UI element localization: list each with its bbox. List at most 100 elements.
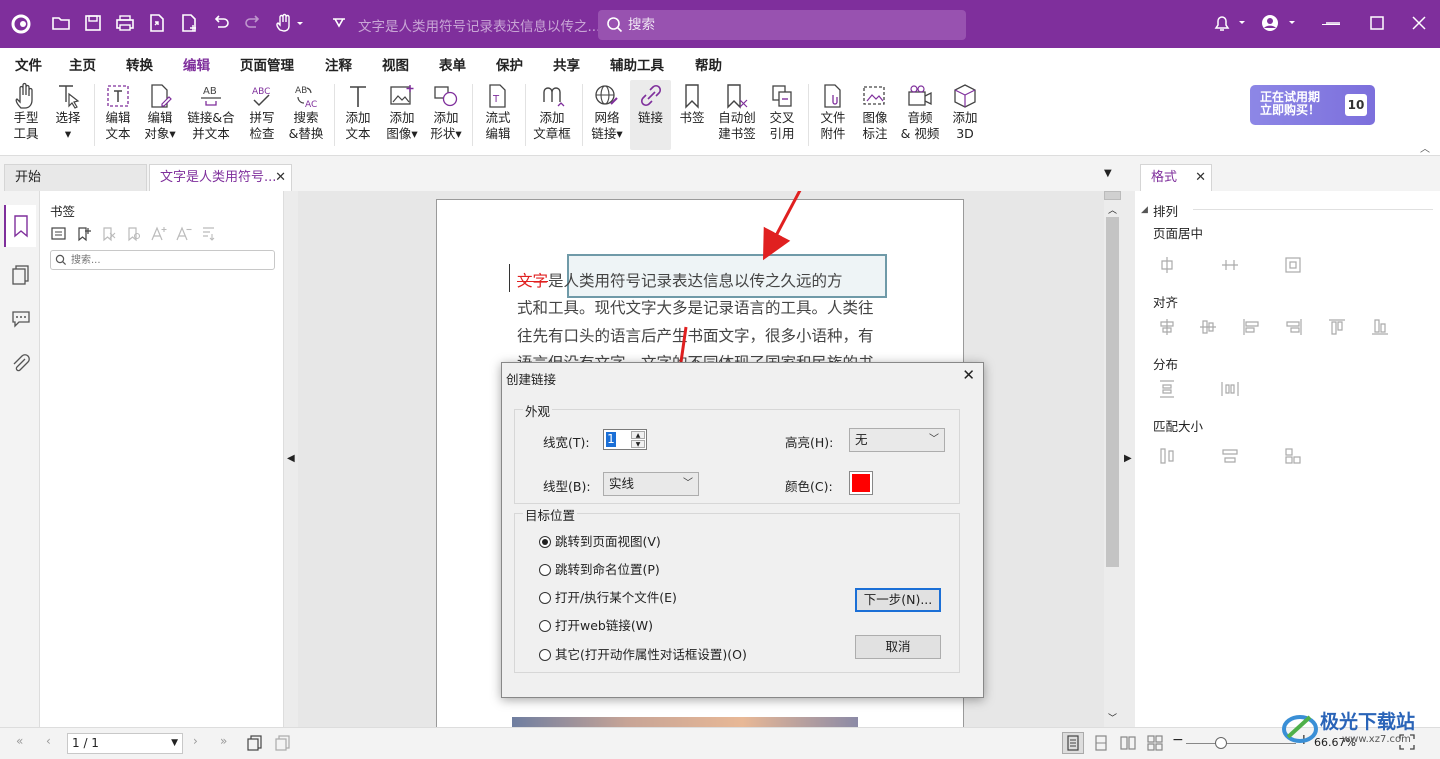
- facing-view-icon[interactable]: [1119, 734, 1137, 755]
- scroll-up-icon[interactable]: ︿: [1108, 203, 1117, 216]
- align-right-icon[interactable]: [1284, 317, 1304, 337]
- open-folder-icon[interactable]: [50, 13, 72, 35]
- spin-up-icon[interactable]: ▲: [631, 431, 645, 439]
- continuous-view-icon[interactable]: [1092, 734, 1110, 755]
- bookmark-menu-icon[interactable]: [50, 225, 67, 245]
- bookmark-search-input[interactable]: [71, 252, 261, 268]
- link-merge-text-button[interactable]: AB 链接&合 并文本: [184, 80, 238, 142]
- account-icon[interactable]: [1260, 13, 1300, 35]
- attachments-panel-icon[interactable]: [10, 353, 32, 378]
- radio-dot[interactable]: [539, 592, 551, 604]
- previous-page-icon[interactable]: ‹: [46, 734, 51, 748]
- search-replace-button[interactable]: AB AC 搜索 &替换: [285, 80, 327, 142]
- trial-buy-button[interactable]: 正在试用期 立即购买！ 10: [1250, 85, 1375, 125]
- zoom-slider-handle[interactable]: [1215, 737, 1227, 749]
- find-bookmark-icon[interactable]: [125, 225, 142, 245]
- add-bookmark-icon[interactable]: [75, 225, 92, 245]
- first-page-icon[interactable]: «: [16, 734, 23, 748]
- tab-document[interactable]: 文字是人类用符号... ✕: [149, 164, 292, 191]
- radio-open-file[interactable]: 打开/执行某个文件(E): [539, 587, 677, 606]
- edit-object-button[interactable]: 编辑 对象▾: [140, 80, 180, 142]
- radio-web-link[interactable]: 打开web链接(W): [539, 615, 653, 634]
- add-text-button[interactable]: 添加 文本: [340, 80, 376, 142]
- page-number-field[interactable]: 1 / 1 ▼: [67, 733, 183, 754]
- menu-accessibility[interactable]: 辅助工具: [610, 54, 664, 74]
- menu-page-manage[interactable]: 页面管理: [240, 54, 294, 74]
- search-input[interactable]: [628, 15, 948, 35]
- close-window-icon[interactable]: [1408, 13, 1430, 35]
- flow-edit-button[interactable]: T 流式 编辑: [478, 80, 518, 142]
- match-both-icon[interactable]: [1283, 446, 1303, 466]
- distribute-horizontal-icon[interactable]: [1220, 379, 1240, 399]
- print-icon[interactable]: [114, 13, 136, 35]
- add-image-button[interactable]: 添加 图像▾: [382, 80, 422, 142]
- continuous-facing-view-icon[interactable]: [1146, 734, 1164, 755]
- radio-other-action[interactable]: 其它(打开动作属性对话框设置)(O): [539, 644, 747, 663]
- center-horizontal-icon[interactable]: [1157, 255, 1177, 275]
- new-doc-icon[interactable]: [178, 13, 200, 35]
- menu-convert[interactable]: 转换: [126, 54, 153, 74]
- bookmark-search-box[interactable]: [50, 250, 275, 270]
- scroll-down-icon[interactable]: ﹀: [1108, 711, 1117, 724]
- align-middle-icon[interactable]: [1198, 317, 1218, 337]
- right-panel-collapse-bar[interactable]: ▶: [1121, 191, 1135, 727]
- match-width-icon[interactable]: [1220, 446, 1240, 466]
- close-dialog-icon[interactable]: ✕: [962, 366, 975, 384]
- notification-bell-icon[interactable]: [1212, 13, 1252, 35]
- close-tab-icon[interactable]: ✕: [1195, 165, 1206, 190]
- save-icon[interactable]: [82, 13, 104, 35]
- radio-dot[interactable]: [539, 649, 551, 661]
- tab-start[interactable]: 开始: [4, 164, 147, 191]
- radio-page-view[interactable]: 跳转到页面视图(V): [539, 531, 661, 550]
- pages-panel-icon[interactable]: [10, 263, 32, 288]
- line-width-spinner[interactable]: 1 ▲ ▼: [603, 429, 647, 450]
- audio-video-button[interactable]: 音频 & 视频: [898, 80, 942, 142]
- comments-panel-icon[interactable]: [10, 307, 32, 332]
- next-button[interactable]: 下一步(N)...: [855, 588, 941, 612]
- file-attachment-button[interactable]: 文件 附件: [814, 80, 852, 142]
- menu-annotate[interactable]: 注释: [325, 54, 352, 74]
- align-bottom-icon[interactable]: [1370, 317, 1390, 337]
- radio-dot[interactable]: [539, 536, 551, 548]
- next-page-icon[interactable]: ›: [193, 734, 198, 748]
- collapse-right-icon[interactable]: ▶: [1124, 453, 1132, 464]
- menu-protect[interactable]: 保护: [496, 54, 523, 74]
- collapse-left-icon[interactable]: ◀: [287, 453, 295, 464]
- menu-edit[interactable]: 编辑: [183, 54, 210, 79]
- spell-check-button[interactable]: ABC 拼写 检查: [242, 80, 282, 142]
- add-3d-button[interactable]: 添加 3D: [946, 80, 984, 142]
- minimize-icon[interactable]: [1322, 13, 1344, 35]
- single-page-view-icon[interactable]: [1062, 732, 1084, 754]
- cancel-button[interactable]: 取消: [855, 635, 941, 659]
- align-center-icon[interactable]: [1157, 317, 1177, 337]
- zoom-out-icon[interactable]: −: [1172, 732, 1184, 748]
- line-style-select[interactable]: 实线 ﹀: [603, 472, 699, 496]
- collapse-ribbon-icon[interactable]: ︿: [1420, 140, 1430, 155]
- maximize-icon[interactable]: [1366, 13, 1388, 35]
- vertical-scrollbar[interactable]: ︿ ﹀: [1104, 191, 1121, 727]
- radio-dot[interactable]: [539, 564, 551, 576]
- menu-view[interactable]: 视图: [382, 54, 409, 74]
- redo-icon[interactable]: [242, 13, 264, 35]
- edit-text-button[interactable]: 编辑 文本: [100, 80, 136, 142]
- customize-dropdown-icon[interactable]: [328, 13, 350, 35]
- cross-reference-button[interactable]: 交叉 引用: [764, 80, 800, 142]
- expand-bookmark-icon[interactable]: [200, 225, 217, 245]
- page-view-icon[interactable]: [246, 734, 264, 755]
- line-width-value[interactable]: 1: [606, 432, 616, 447]
- menu-home[interactable]: 主页: [69, 54, 96, 74]
- link-button[interactable]: 链接: [630, 80, 671, 150]
- match-height-icon[interactable]: [1157, 446, 1177, 466]
- search-box[interactable]: [598, 10, 966, 40]
- distribute-vertical-icon[interactable]: [1157, 379, 1177, 399]
- close-tab-icon[interactable]: ✕: [275, 165, 286, 190]
- rotate-view-icon[interactable]: [274, 734, 292, 755]
- center-vertical-icon[interactable]: [1220, 255, 1240, 275]
- auto-bookmark-button[interactable]: 自动创 建书签: [712, 80, 762, 142]
- align-left-icon[interactable]: [1241, 317, 1261, 337]
- menu-form[interactable]: 表单: [439, 54, 466, 74]
- color-picker-button[interactable]: [849, 471, 873, 495]
- highlight-select[interactable]: 无 ﹀: [849, 428, 945, 452]
- image-annotation-button[interactable]: 图像 标注: [856, 80, 894, 142]
- bookmark-button[interactable]: 书签: [676, 80, 708, 126]
